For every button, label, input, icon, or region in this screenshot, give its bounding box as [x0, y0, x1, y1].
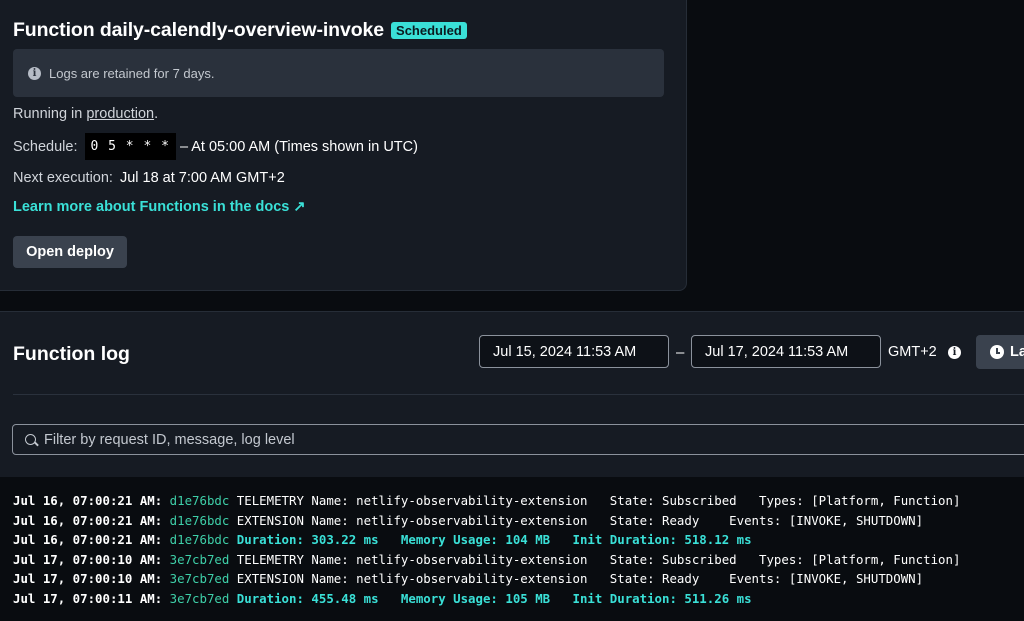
log-request-id[interactable]: 3e7cb7ed — [170, 591, 230, 606]
running-suffix: . — [154, 106, 159, 122]
page-title: Function daily-calendly-overview-invoke — [13, 19, 385, 41]
log-request-id[interactable]: 3e7cb7ed — [170, 552, 230, 567]
running-in-line: Running in production . — [13, 106, 158, 122]
schedule-label: Schedule: — [13, 138, 78, 155]
docs-link[interactable]: Learn more about Functions in the docs ↗ — [13, 199, 306, 215]
log-entry: Jul 17, 07:00:10 AM: 3e7cb7ed EXTENSION … — [13, 569, 1024, 589]
retention-notice-text: Logs are retained for 7 days. — [49, 65, 215, 81]
log-entry: Jul 16, 07:00:21 AM: d1e76bdc Duration: … — [13, 530, 1024, 550]
log-request-id[interactable]: d1e76bdc — [170, 532, 230, 547]
running-prefix: Running in — [13, 106, 87, 122]
log-request-id[interactable]: d1e76bdc — [170, 493, 230, 508]
log-timestamp: Jul 16, 07:00:21 AM: — [13, 512, 170, 528]
retention-notice: i Logs are retained for 7 days. — [13, 49, 664, 97]
date-range-dash: – — [676, 344, 685, 361]
schedule-description: – At 05:00 AM (Times shown in UTC) — [179, 138, 418, 155]
next-execution-label: Next execution: — [13, 170, 113, 186]
last-range-button[interactable]: La — [976, 335, 1024, 369]
log-message: EXTENSION Name: netlify-observability-ex… — [229, 571, 924, 587]
log-timestamp: Jul 16, 07:00:21 AM: — [13, 532, 170, 548]
status-badge: Scheduled — [391, 22, 467, 39]
log-entry: Jul 17, 07:00:11 AM: 3e7cb7ed Duration: … — [13, 589, 1024, 609]
log-request-id[interactable]: d1e76bdc — [170, 513, 230, 528]
function-title-row: Function daily-calendly-overview-invoke … — [13, 19, 467, 42]
search-icon — [25, 434, 36, 445]
log-timestamp: Jul 17, 07:00:10 AM: — [13, 571, 170, 587]
date-from-input[interactable]: Jul 15, 2024 11:53 AM — [479, 335, 669, 368]
timezone-label: GMT+2 — [888, 344, 937, 360]
cron-expression: 0 5 * * * — [84, 133, 176, 160]
log-timestamp: Jul 17, 07:00:10 AM: — [13, 551, 170, 567]
next-execution-line: Next execution: Jul 18 at 7:00 AM GMT+2 — [13, 170, 285, 186]
info-icon: i — [28, 66, 41, 80]
log-message: Duration: 303.22 ms Memory Usage: 104 MB… — [229, 532, 752, 548]
log-timestamp: Jul 16, 07:00:21 AM: — [13, 493, 170, 508]
log-entry: Jul 17, 07:00:10 AM: 3e7cb7ed TELEMETRY … — [13, 550, 1024, 570]
production-link[interactable]: production — [86, 106, 154, 122]
log-timestamp: Jul 17, 07:00:11 AM: — [13, 590, 170, 606]
divider — [13, 394, 1024, 395]
log-entry: Jul 16, 07:00:21 AM: d1e76bdc EXTENSION … — [13, 511, 1024, 531]
open-deploy-button[interactable]: Open deploy — [13, 236, 127, 268]
log-message: TELEMETRY Name: netlify-observability-ex… — [229, 493, 961, 508]
log-message: EXTENSION Name: netlify-observability-ex… — [229, 512, 924, 528]
log-output: Jul 16, 07:00:21 AM: d1e76bdc TELEMETRY … — [0, 477, 1024, 621]
filter-field[interactable] — [12, 424, 1024, 455]
clock-icon — [990, 345, 1004, 359]
schedule-line: Schedule: 0 5 * * * – At 05:00 AM (Times… — [13, 133, 418, 160]
filter-input[interactable] — [44, 431, 944, 448]
next-execution-value: Jul 18 at 7:00 AM GMT+2 — [119, 170, 285, 186]
date-to-input[interactable]: Jul 17, 2024 11:53 AM — [691, 335, 881, 368]
log-message: TELEMETRY Name: netlify-observability-ex… — [229, 551, 961, 567]
last-range-label: La — [1010, 344, 1024, 360]
log-request-id[interactable]: 3e7cb7ed — [170, 571, 230, 586]
timezone-info-icon[interactable]: i — [948, 346, 961, 359]
function-log-title: Function log — [13, 343, 130, 365]
function-log-panel: Function log Jul 15, 2024 11:53 AM – Jul… — [0, 311, 1024, 477]
log-message: Duration: 455.48 ms Memory Usage: 105 MB… — [229, 590, 752, 606]
log-entry: Jul 16, 07:00:21 AM: d1e76bdc TELEMETRY … — [13, 491, 1024, 511]
